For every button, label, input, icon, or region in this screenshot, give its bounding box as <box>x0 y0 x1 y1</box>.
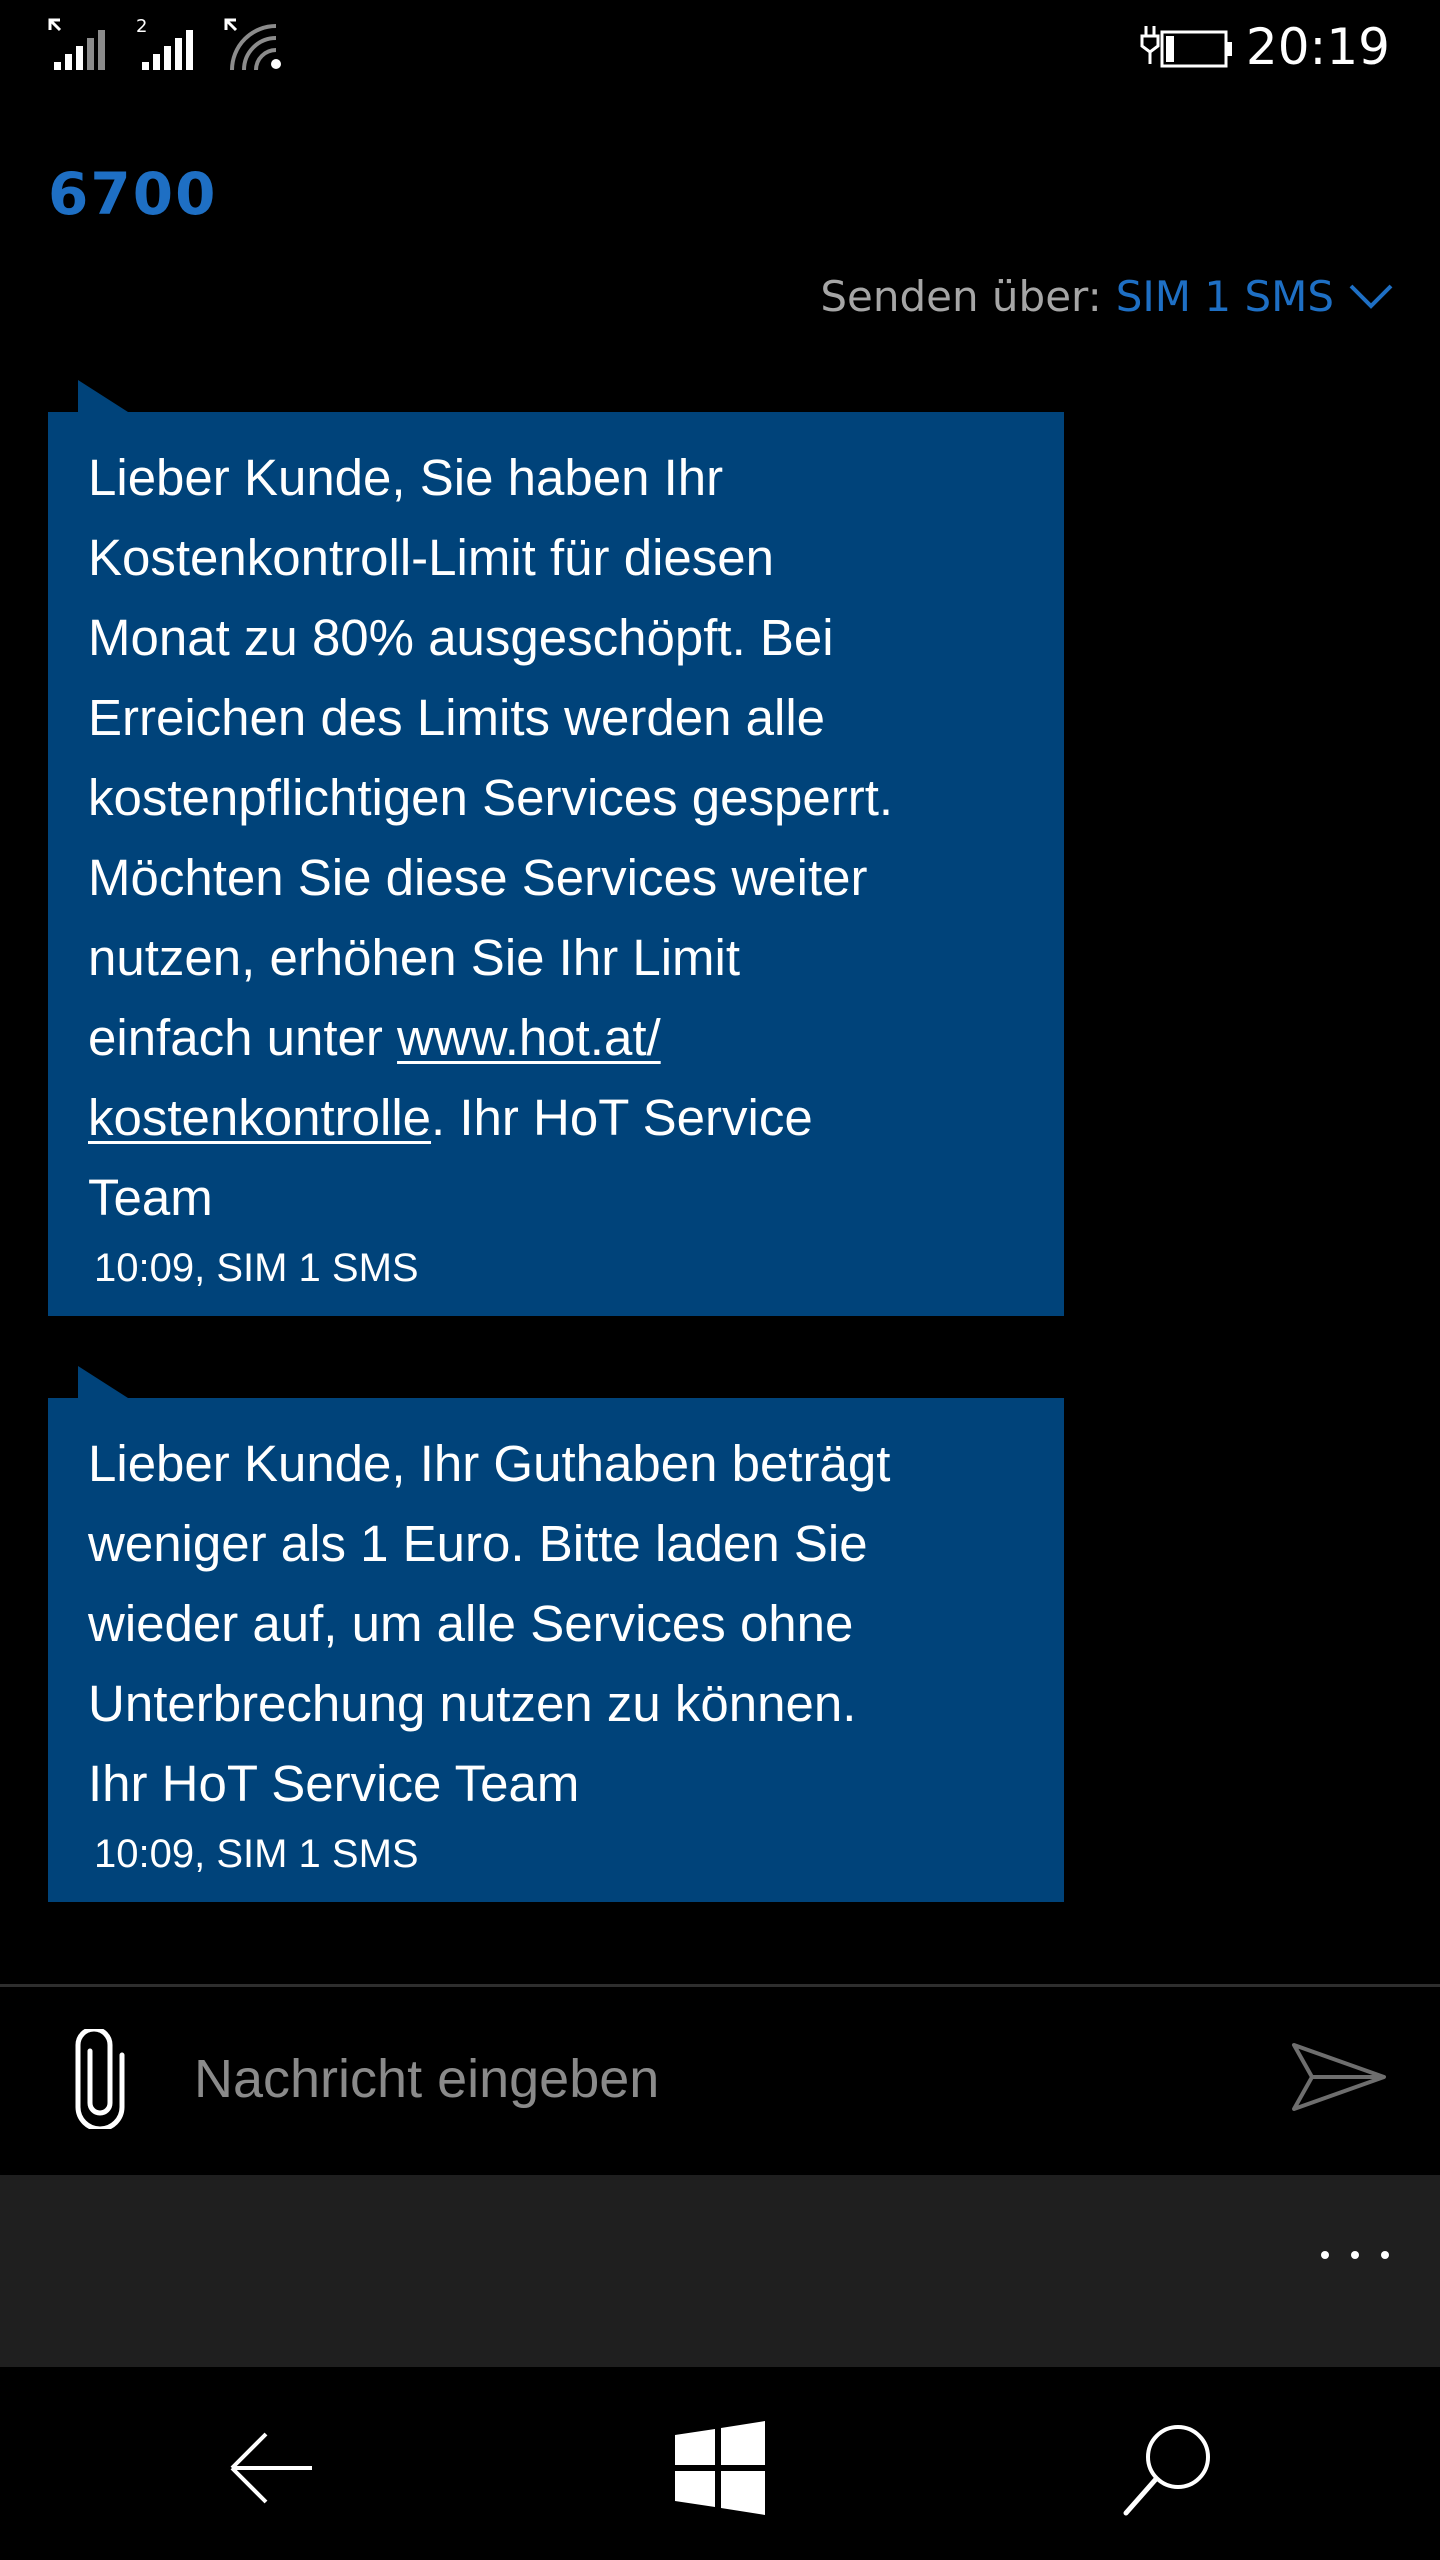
message-bubble-2[interactable]: Lieber Kunde, Ihr Guthaben beträgt wenig… <box>48 1366 1064 1902</box>
send-via-label: Senden über: <box>820 272 1102 321</box>
windows-start-icon[interactable] <box>665 2413 775 2523</box>
message-input[interactable] <box>192 2033 1236 2125</box>
message-bubble-1[interactable]: Lieber Kunde, Sie haben Ihr Kostenkontro… <box>48 380 1064 1316</box>
attach-paperclip-icon[interactable] <box>70 2029 130 2129</box>
status-time: 20:19 <box>1245 18 1390 76</box>
send-via-selector[interactable]: Senden über: SIM 1 SMS <box>820 272 1394 321</box>
navigation-bar <box>0 2367 1440 2560</box>
wifi-icon <box>224 18 281 71</box>
signal-sim1-icon <box>48 18 105 70</box>
bubble-tail <box>78 380 128 412</box>
message-timestamp: 10:09, SIM 1 SMS <box>94 1832 419 1876</box>
message-timestamp: 10:09, SIM 1 SMS <box>94 1246 419 1290</box>
bubble-tail <box>78 1366 128 1398</box>
svg-text:2: 2 <box>136 16 147 37</box>
message-composer <box>0 1987 1440 2175</box>
chevron-down-icon[interactable] <box>1348 282 1394 310</box>
search-icon[interactable] <box>1114 2413 1224 2523</box>
battery-charging-icon <box>1140 26 1232 68</box>
send-icon[interactable] <box>1290 2037 1390 2117</box>
message-text: Lieber Kunde, Sie haben Ihr Kostenkontro… <box>88 449 894 1226</box>
signal-sim2-icon: 2 <box>136 16 193 70</box>
send-via-sim-value[interactable]: SIM 1 SMS <box>1116 272 1334 321</box>
message-text: Lieber Kunde, Ihr Guthaben beträgt wenig… <box>88 1435 891 1812</box>
app-bar <box>0 2175 1440 2367</box>
conversation-title: 6700 <box>48 160 218 228</box>
more-options-icon[interactable] <box>1300 2215 1410 2295</box>
status-bar: 2 20:19 <box>0 0 1440 96</box>
back-arrow-icon[interactable] <box>216 2413 326 2523</box>
